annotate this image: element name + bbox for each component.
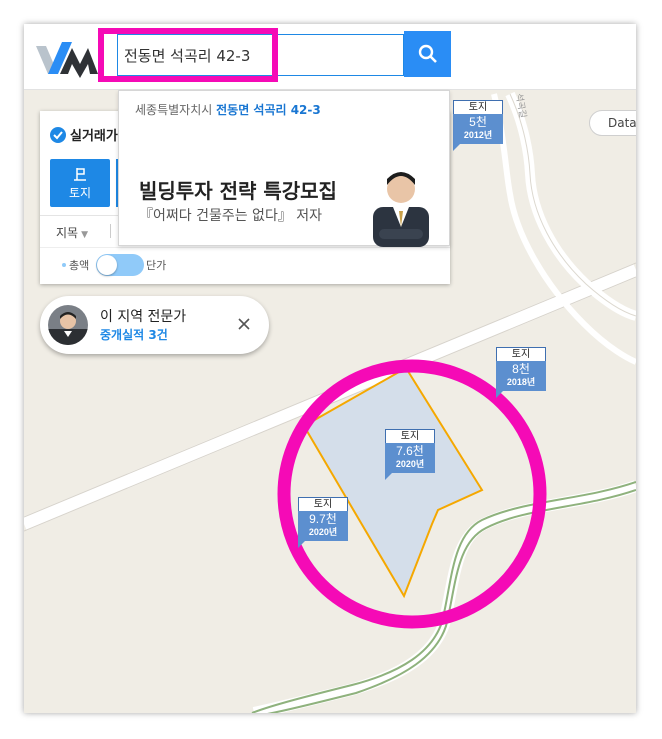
expert-title: 이 지역 전문가 — [100, 309, 187, 325]
marker-tail — [496, 391, 503, 398]
price-marker[interactable]: 토지 8천 2018년 — [496, 347, 546, 398]
marker-type: 토지 — [298, 497, 348, 511]
toggle-knob — [97, 255, 117, 275]
search-box — [117, 34, 404, 76]
marker-price: 7.6천 — [396, 444, 424, 458]
data-layer-chip[interactable]: Data — [589, 110, 636, 136]
search-icon — [418, 44, 437, 63]
price-marker[interactable]: 토지 7.6천 2020년 — [385, 429, 435, 480]
marker-year: 2020년 — [308, 527, 338, 537]
toggle-label-total: 총액 — [69, 259, 90, 272]
marker-tail — [453, 144, 460, 151]
flag-icon — [74, 167, 86, 181]
suggestion-prefix: 세종특별자치시 — [135, 103, 213, 117]
caret-down-icon: ▼ — [81, 230, 89, 240]
filter-jimok-dropdown[interactable]: 지목 ▼ — [56, 224, 88, 241]
price-marker[interactable]: 토지 5천 2012년 — [453, 100, 503, 151]
marker-tail — [298, 541, 305, 548]
marker-body: 7.6천 2020년 — [385, 443, 435, 473]
toggle-label-unit: 단가 — [146, 259, 167, 272]
marker-price: 8천 — [512, 362, 530, 376]
close-icon[interactable] — [236, 316, 252, 332]
filter-jimok-label: 지목 — [56, 226, 79, 240]
marker-tail — [385, 473, 392, 480]
suggestion-item[interactable]: 세종특별자치시 전동면 석곡리 42-3 — [135, 101, 321, 118]
search-button[interactable] — [404, 31, 451, 77]
price-mode-toggle[interactable] — [96, 254, 144, 276]
expert-subtitle[interactable]: 중개실적 3건 — [100, 326, 168, 343]
marker-type: 토지 — [496, 347, 546, 361]
marker-price: 5천 — [469, 115, 487, 129]
marker-year: 2018년 — [506, 377, 536, 387]
marker-price: 9.7천 — [309, 512, 337, 526]
marker-body: 9.7천 2020년 — [298, 511, 348, 541]
tab-land[interactable]: 토지 — [50, 159, 110, 207]
suggestion-match: 전동면 석곡리 42-3 — [216, 103, 321, 117]
local-expert-card[interactable]: 이 지역 전문가 중개실적 3건 — [40, 296, 269, 354]
marker-body: 5천 2012년 — [453, 114, 503, 144]
search-input[interactable] — [122, 38, 362, 72]
check-circle-icon[interactable] — [50, 127, 66, 143]
marker-type: 토지 — [453, 100, 503, 114]
ad-person-image[interactable] — [365, 163, 435, 247]
avatar — [48, 305, 88, 345]
search-suggestions: 세종특별자치시 전동면 석곡리 42-3 빌딩투자 전략 특강모집 『어쩌다 건… — [118, 90, 450, 247]
map-app-window: 석곡길 Data 토지 5천 2012년 토지 8천 2018년 토지 7.6천… — [24, 24, 636, 713]
divider — [40, 247, 450, 248]
ad-title[interactable]: 빌딩투자 전략 특강모집 — [139, 175, 337, 204]
marker-body: 8천 2018년 — [496, 361, 546, 391]
price-marker[interactable]: 토지 9.7천 2020년 — [298, 497, 348, 548]
app-logo[interactable] — [34, 34, 100, 80]
marker-type: 토지 — [385, 429, 435, 443]
panel-title: 실거래가 — [70, 129, 118, 144]
marker-year: 2012년 — [463, 130, 493, 140]
ad-subtitle: 『어쩌다 건물주는 없다』 저자 — [139, 208, 323, 224]
marker-year: 2020년 — [395, 459, 425, 469]
bullet-icon — [62, 263, 66, 267]
divider — [110, 224, 111, 238]
tab-land-label: 토지 — [68, 185, 92, 200]
